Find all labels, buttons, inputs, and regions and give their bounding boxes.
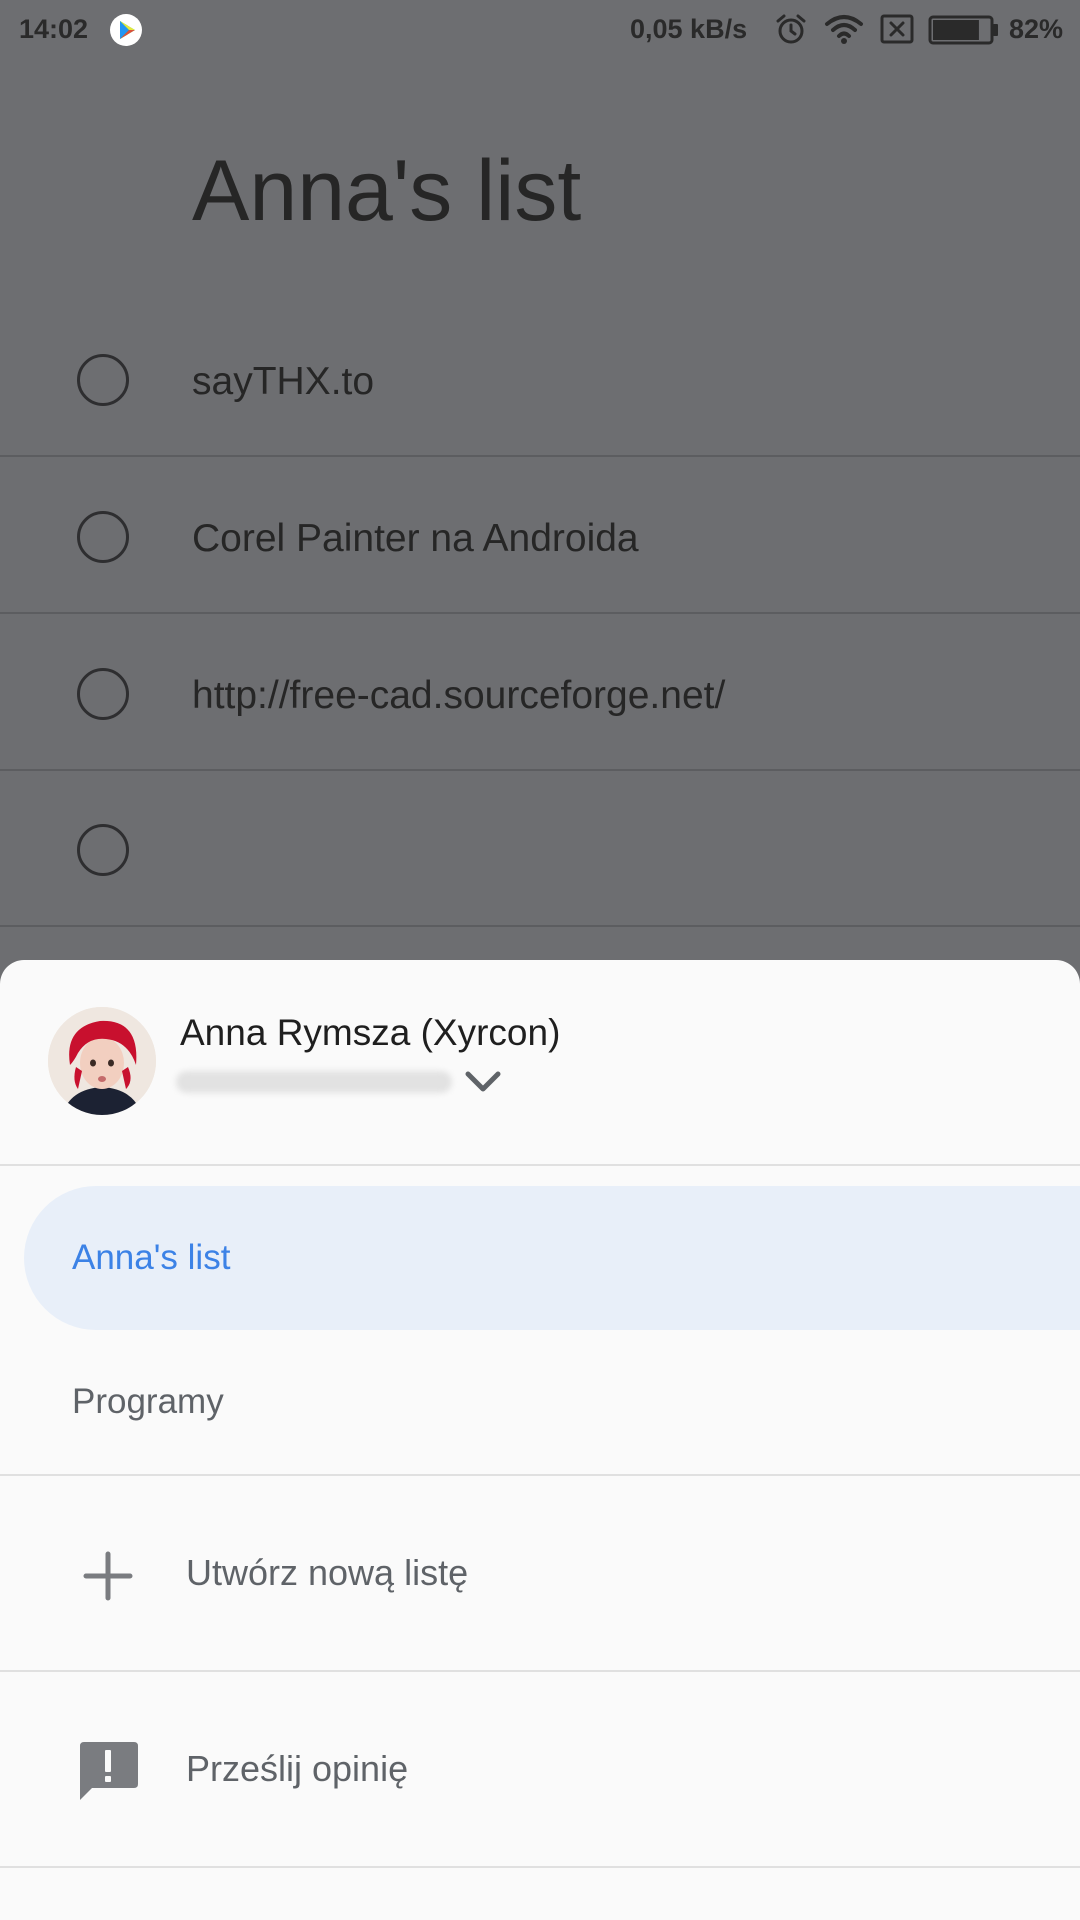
create-list-button[interactable]: Utwórz nową listę [0, 1476, 1080, 1672]
chevron-down-icon[interactable] [462, 1064, 504, 1100]
feedback-icon [80, 1742, 138, 1800]
no-sim-icon [880, 14, 914, 44]
plus-icon [83, 1551, 133, 1601]
alarm-icon [776, 14, 806, 44]
play-store-icon [110, 14, 142, 46]
avatar-image [48, 1007, 156, 1115]
status-time: 14:02 [19, 14, 89, 44]
list-item-programy[interactable]: Programy [24, 1330, 1080, 1474]
battery-percent: 82% [1009, 14, 1064, 44]
list-item-label: Programy [72, 1382, 224, 1421]
lists-section: Anna's list Programy [0, 1166, 1080, 1476]
list-item-label: Anna's list [72, 1238, 231, 1277]
send-feedback-label: Prześlij opinię [186, 1748, 409, 1789]
avatar[interactable] [48, 1007, 156, 1115]
create-list-label: Utwórz nową listę [186, 1552, 469, 1593]
list-item-annas-list[interactable]: Anna's list [24, 1186, 1080, 1330]
account-header[interactable]: Anna Rymsza (Xyrcon) [0, 960, 1080, 1166]
task-text[interactable]: http://free-cad.sourceforge.net/ [192, 674, 725, 718]
screen: 14:02 0,05 kB/s 82% Anna's list sayTHX.t… [0, 0, 1080, 1920]
task-row[interactable]: sayTHX.to [0, 300, 1080, 457]
task-row[interactable]: Corel Painter na Androida [0, 457, 1080, 614]
task-row[interactable]: http://free-cad.sourceforge.net/ [0, 614, 1080, 771]
account-email-redacted [176, 1071, 452, 1093]
network-speed: 0,05 kB/s [630, 14, 748, 44]
task-checkbox[interactable] [77, 668, 129, 720]
task-checkbox[interactable] [77, 824, 129, 876]
task-row[interactable] [0, 770, 1080, 927]
list-title: Anna's list [192, 143, 582, 239]
task-checkbox[interactable] [77, 354, 129, 406]
account-name: Anna Rymsza (Xyrcon) [180, 1012, 561, 1053]
task-checkbox[interactable] [77, 511, 129, 563]
wifi-icon [825, 15, 863, 44]
send-feedback-button[interactable]: Prześlij opinię [0, 1672, 1080, 1868]
task-text[interactable]: sayTHX.to [192, 360, 374, 404]
status-bar: 14:02 0,05 kB/s 82% [0, 0, 1080, 60]
battery-icon [928, 15, 998, 45]
task-text[interactable]: Corel Painter na Androida [192, 517, 639, 561]
navigation-bottom-sheet: Anna Rymsza (Xyrcon) Anna's list Program… [0, 960, 1080, 1920]
